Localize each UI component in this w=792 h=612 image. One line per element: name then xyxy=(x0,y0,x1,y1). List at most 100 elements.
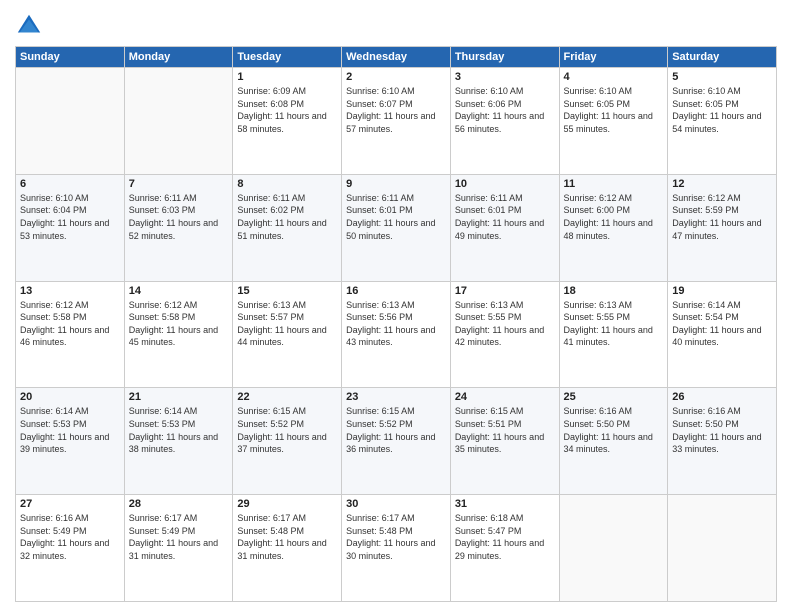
day-detail: Sunrise: 6:10 AMSunset: 6:05 PMDaylight:… xyxy=(564,86,653,134)
day-cell xyxy=(124,68,233,175)
week-row-3: 13 Sunrise: 6:12 AMSunset: 5:58 PMDayligh… xyxy=(16,281,777,388)
day-number: 23 xyxy=(346,391,446,403)
day-cell: 21 Sunrise: 6:14 AMSunset: 5:53 PMDayligh… xyxy=(124,388,233,495)
logo-icon xyxy=(15,12,43,40)
day-number: 13 xyxy=(20,285,120,297)
day-number: 24 xyxy=(455,391,555,403)
day-detail: Sunrise: 6:13 AMSunset: 5:57 PMDaylight:… xyxy=(237,300,326,348)
day-cell: 20Sunrise: 6:14 AMSunset: 5:53 PMDayligh… xyxy=(16,388,125,495)
day-number: 12 xyxy=(672,178,772,190)
day-detail: Sunrise: 6:10 AMSunset: 6:07 PMDaylight:… xyxy=(346,86,435,134)
day-cell: 29 Sunrise: 6:17 AMSunset: 5:48 PMDayligh… xyxy=(233,495,342,602)
day-cell xyxy=(668,495,777,602)
day-detail: Sunrise: 6:14 AMSunset: 5:54 PMDaylight:… xyxy=(672,300,761,348)
day-number: 16 xyxy=(346,285,446,297)
calendar-table: SundayMondayTuesdayWednesdayThursdayFrid… xyxy=(15,46,777,602)
day-cell: 8Sunrise: 6:11 AMSunset: 6:02 PMDaylight… xyxy=(233,174,342,281)
day-number: 9 xyxy=(346,178,446,190)
day-number: 25 xyxy=(564,391,664,403)
day-number: 22 xyxy=(237,391,337,403)
day-detail: Sunrise: 6:13 AMSunset: 5:55 PMDaylight:… xyxy=(564,300,653,348)
day-cell xyxy=(16,68,125,175)
day-cell: 26Sunrise: 6:16 AMSunset: 5:50 PMDayligh… xyxy=(668,388,777,495)
day-cell: 1Sunrise: 6:09 AMSunset: 6:08 PMDaylight… xyxy=(233,68,342,175)
day-detail: Sunrise: 6:13 AMSunset: 5:55 PMDaylight:… xyxy=(455,300,544,348)
day-cell: 7 Sunrise: 6:11 AMSunset: 6:03 PMDaylight… xyxy=(124,174,233,281)
day-cell: 28 Sunrise: 6:17 AMSunset: 5:49 PMDayligh… xyxy=(124,495,233,602)
day-number: 29 xyxy=(237,498,337,510)
day-detail: Sunrise: 6:10 AMSunset: 6:05 PMDaylight:… xyxy=(672,86,761,134)
day-cell: 31Sunrise: 6:18 AMSunset: 5:47 PMDayligh… xyxy=(450,495,559,602)
day-detail: Sunrise: 6:09 AMSunset: 6:08 PMDaylight:… xyxy=(237,86,326,134)
day-number: 7 xyxy=(129,178,229,190)
day-number: 11 xyxy=(564,178,664,190)
day-detail: Sunrise: 6:10 AMSunset: 6:06 PMDaylight:… xyxy=(455,86,544,134)
day-cell: 13 Sunrise: 6:12 AMSunset: 5:58 PMDayligh… xyxy=(16,281,125,388)
day-number: 4 xyxy=(564,71,664,83)
weekday-header-monday: Monday xyxy=(124,47,233,68)
day-number: 14 xyxy=(129,285,229,297)
day-number: 10 xyxy=(455,178,555,190)
day-cell: 17 Sunrise: 6:13 AMSunset: 5:55 PMDayligh… xyxy=(450,281,559,388)
day-detail: Sunrise: 6:12 AMSunset: 5:59 PMDaylight:… xyxy=(672,193,761,241)
day-detail: Sunrise: 6:17 AMSunset: 5:48 PMDaylight:… xyxy=(237,513,326,561)
day-cell: 2 Sunrise: 6:10 AMSunset: 6:07 PMDaylight… xyxy=(342,68,451,175)
day-number: 19 xyxy=(672,285,772,297)
day-number: 20 xyxy=(20,391,120,403)
week-row-4: 20 Sunrise: 6:14 AMSunset: 5:53 PMDayligh… xyxy=(16,388,777,495)
day-detail: Sunrise: 6:16 AMSunset: 5:49 PMDaylight:… xyxy=(20,513,109,561)
day-number: 8 xyxy=(237,178,337,190)
day-cell: 30 Sunrise: 6:17 AMSunset: 5:48 PMDayligh… xyxy=(342,495,451,602)
day-detail: Sunrise: 6:15 AMSunset: 5:52 PMDaylight:… xyxy=(237,406,326,454)
day-number: 6 xyxy=(20,178,120,190)
day-number: 5 xyxy=(672,71,772,83)
day-number: 27 xyxy=(20,498,120,510)
day-number: 17 xyxy=(455,285,555,297)
day-detail: Sunrise: 6:17 AMSunset: 5:49 PMDaylight:… xyxy=(129,513,218,561)
day-number: 3 xyxy=(455,71,555,83)
calendar-header: SundayMondayTuesdayWednesdayThursdayFrid… xyxy=(16,47,777,68)
day-detail: Sunrise: 6:11 AMSunset: 6:01 PMDaylight:… xyxy=(455,193,544,241)
day-detail: Sunrise: 6:13 AMSunset: 5:56 PMDaylight:… xyxy=(346,300,435,348)
day-detail: Sunrise: 6:12 AMSunset: 6:00 PMDaylight:… xyxy=(564,193,653,241)
day-cell: 27 Sunrise: 6:16 AMSunset: 5:49 PMDayligh… xyxy=(16,495,125,602)
weekday-header-wednesday: Wednesday xyxy=(342,47,451,68)
day-cell: 25 Sunrise: 6:16 AMSunset: 5:50 PMDayligh… xyxy=(559,388,668,495)
day-cell: 16 Sunrise: 6:13 AMSunset: 5:56 PMDayligh… xyxy=(342,281,451,388)
day-detail: Sunrise: 6:15 AMSunset: 5:51 PMDaylight:… xyxy=(455,406,544,454)
day-cell: 3 Sunrise: 6:10 AMSunset: 6:06 PMDaylight… xyxy=(450,68,559,175)
day-detail: Sunrise: 6:11 AMSunset: 6:01 PMDaylight:… xyxy=(346,193,435,241)
day-cell: 12 Sunrise: 6:12 AMSunset: 5:59 PMDayligh… xyxy=(668,174,777,281)
day-detail: Sunrise: 6:17 AMSunset: 5:48 PMDaylight:… xyxy=(346,513,435,561)
day-cell: 19 Sunrise: 6:14 AMSunset: 5:54 PMDayligh… xyxy=(668,281,777,388)
day-cell: 10 Sunrise: 6:11 AMSunset: 6:01 PMDayligh… xyxy=(450,174,559,281)
day-cell: 11 Sunrise: 6:12 AMSunset: 6:00 PMDayligh… xyxy=(559,174,668,281)
day-cell: 14 Sunrise: 6:12 AMSunset: 5:58 PMDayligh… xyxy=(124,281,233,388)
day-detail: Sunrise: 6:14 AMSunset: 5:53 PMDaylight:… xyxy=(129,406,218,454)
header xyxy=(15,10,777,40)
day-number: 28 xyxy=(129,498,229,510)
day-cell: 24 Sunrise: 6:15 AMSunset: 5:51 PMDayligh… xyxy=(450,388,559,495)
day-number: 30 xyxy=(346,498,446,510)
day-number: 21 xyxy=(129,391,229,403)
day-detail: Sunrise: 6:12 AMSunset: 5:58 PMDaylight:… xyxy=(129,300,218,348)
day-detail: Sunrise: 6:11 AMSunset: 6:03 PMDaylight:… xyxy=(129,193,218,241)
day-number: 18 xyxy=(564,285,664,297)
page: SundayMondayTuesdayWednesdayThursdayFrid… xyxy=(0,0,792,612)
week-row-2: 6 Sunrise: 6:10 AMSunset: 6:04 PMDaylight… xyxy=(16,174,777,281)
logo xyxy=(15,10,45,40)
day-detail: Sunrise: 6:10 AMSunset: 6:04 PMDaylight:… xyxy=(20,193,109,241)
weekday-header-saturday: Saturday xyxy=(668,47,777,68)
day-detail: Sunrise: 6:12 AMSunset: 5:58 PMDaylight:… xyxy=(20,300,109,348)
weekday-header-friday: Friday xyxy=(559,47,668,68)
weekday-header-sunday: Sunday xyxy=(16,47,125,68)
day-cell: 4 Sunrise: 6:10 AMSunset: 6:05 PMDaylight… xyxy=(559,68,668,175)
day-cell: 18 Sunrise: 6:13 AMSunset: 5:55 PMDayligh… xyxy=(559,281,668,388)
day-number: 15 xyxy=(237,285,337,297)
day-detail: Sunrise: 6:16 AMSunset: 5:50 PMDaylight:… xyxy=(564,406,653,454)
day-cell: 23Sunrise: 6:15 AMSunset: 5:52 PMDayligh… xyxy=(342,388,451,495)
weekday-header-thursday: Thursday xyxy=(450,47,559,68)
weekday-header-tuesday: Tuesday xyxy=(233,47,342,68)
day-number: 2 xyxy=(346,71,446,83)
weekday-row: SundayMondayTuesdayWednesdayThursdayFrid… xyxy=(16,47,777,68)
